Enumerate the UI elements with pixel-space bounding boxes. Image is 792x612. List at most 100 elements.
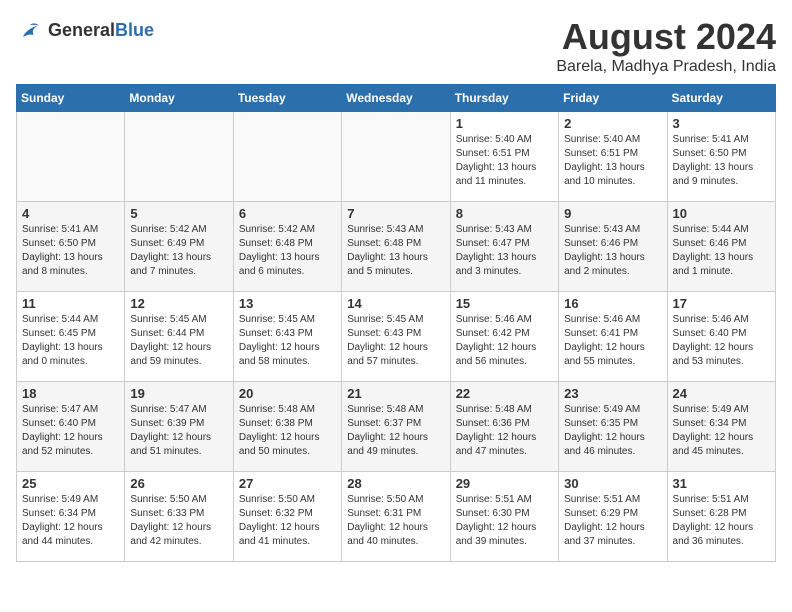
day-info: Sunrise: 5:45 AMSunset: 6:44 PMDaylight:…: [130, 313, 227, 369]
location: Barela, Madhya Pradesh, India: [556, 58, 776, 76]
day-number: 6: [239, 206, 336, 221]
day-number: 25: [22, 476, 119, 491]
weekday-header-saturday: Saturday: [667, 85, 775, 112]
logo-blue: Blue: [115, 20, 154, 40]
day-info: Sunrise: 5:51 AMSunset: 6:30 PMDaylight:…: [456, 493, 553, 549]
calendar-cell: 1 Sunrise: 5:40 AMSunset: 6:51 PMDaylight…: [450, 112, 558, 202]
day-number: 26: [130, 476, 227, 491]
day-number: 20: [239, 386, 336, 401]
day-info: Sunrise: 5:42 AMSunset: 6:49 PMDaylight:…: [130, 223, 227, 279]
day-number: 28: [347, 476, 444, 491]
day-number: 3: [673, 116, 770, 131]
week-row-3: 11 Sunrise: 5:44 AMSunset: 6:45 PMDayligh…: [17, 292, 776, 382]
day-info: Sunrise: 5:44 AMSunset: 6:46 PMDaylight:…: [673, 223, 770, 279]
day-info: Sunrise: 5:47 AMSunset: 6:39 PMDaylight:…: [130, 403, 227, 459]
day-info: Sunrise: 5:46 AMSunset: 6:41 PMDaylight:…: [564, 313, 661, 369]
calendar-cell: [125, 112, 233, 202]
day-info: Sunrise: 5:47 AMSunset: 6:40 PMDaylight:…: [22, 403, 119, 459]
month-year: August 2024: [556, 16, 776, 58]
calendar-cell: 8Sunrise: 5:43 AMSunset: 6:47 PMDaylight…: [450, 202, 558, 292]
weekday-header-row: SundayMondayTuesdayWednesdayThursdayFrid…: [17, 85, 776, 112]
day-number: 10: [673, 206, 770, 221]
day-number: 23: [564, 386, 661, 401]
calendar-cell: 28 Sunrise: 5:50 AMSunset: 6:31 PMDayligh…: [342, 472, 450, 562]
day-info: Sunrise: 5:40 AMSunset: 6:51 PMDaylight:…: [456, 133, 553, 189]
calendar-cell: 24Sunrise: 5:49 AMSunset: 6:34 PMDayligh…: [667, 382, 775, 472]
calendar-cell: [342, 112, 450, 202]
logo-icon: [16, 16, 44, 44]
calendar-cell: 10 Sunrise: 5:44 AMSunset: 6:46 PMDayligh…: [667, 202, 775, 292]
weekday-header-tuesday: Tuesday: [233, 85, 341, 112]
day-number: 15: [456, 296, 553, 311]
weekday-header-sunday: Sunday: [17, 85, 125, 112]
day-number: 2: [564, 116, 661, 131]
day-info: Sunrise: 5:48 AMSunset: 6:38 PMDaylight:…: [239, 403, 336, 459]
day-info: Sunrise: 5:40 AMSunset: 6:51 PMDaylight:…: [564, 133, 661, 189]
weekday-header-thursday: Thursday: [450, 85, 558, 112]
day-number: 4: [22, 206, 119, 221]
day-number: 5: [130, 206, 227, 221]
week-row-1: 1 Sunrise: 5:40 AMSunset: 6:51 PMDaylight…: [17, 112, 776, 202]
calendar-cell: 21Sunrise: 5:48 AMSunset: 6:37 PMDayligh…: [342, 382, 450, 472]
calendar-cell: 19Sunrise: 5:47 AMSunset: 6:39 PMDayligh…: [125, 382, 233, 472]
day-info: Sunrise: 5:50 AMSunset: 6:31 PMDaylight:…: [347, 493, 444, 549]
calendar-cell: 31 Sunrise: 5:51 AMSunset: 6:28 PMDayligh…: [667, 472, 775, 562]
page-header: GeneralBlue August 2024 Barela, Madhya P…: [16, 16, 776, 76]
day-info: Sunrise: 5:45 AMSunset: 6:43 PMDaylight:…: [239, 313, 336, 369]
day-info: Sunrise: 5:46 AMSunset: 6:42 PMDaylight:…: [456, 313, 553, 369]
weekday-header-friday: Friday: [559, 85, 667, 112]
week-row-5: 25Sunrise: 5:49 AMSunset: 6:34 PMDayligh…: [17, 472, 776, 562]
day-number: 8: [456, 206, 553, 221]
calendar-cell: 15 Sunrise: 5:46 AMSunset: 6:42 PMDayligh…: [450, 292, 558, 382]
logo: GeneralBlue: [16, 16, 154, 44]
day-number: 1: [456, 116, 553, 131]
calendar-cell: [17, 112, 125, 202]
calendar-cell: 11 Sunrise: 5:44 AMSunset: 6:45 PMDayligh…: [17, 292, 125, 382]
day-number: 14: [347, 296, 444, 311]
calendar-table: SundayMondayTuesdayWednesdayThursdayFrid…: [16, 84, 776, 562]
day-info: Sunrise: 5:42 AMSunset: 6:48 PMDaylight:…: [239, 223, 336, 279]
day-number: 17: [673, 296, 770, 311]
calendar-cell: 2 Sunrise: 5:40 AMSunset: 6:51 PMDaylight…: [559, 112, 667, 202]
day-info: Sunrise: 5:41 AMSunset: 6:50 PMDaylight:…: [22, 223, 119, 279]
day-number: 21: [347, 386, 444, 401]
calendar-cell: 22 Sunrise: 5:48 AMSunset: 6:36 PMDayligh…: [450, 382, 558, 472]
calendar-cell: 12 Sunrise: 5:45 AMSunset: 6:44 PMDayligh…: [125, 292, 233, 382]
day-number: 7: [347, 206, 444, 221]
day-number: 13: [239, 296, 336, 311]
calendar-cell: 5 Sunrise: 5:42 AMSunset: 6:49 PMDaylight…: [125, 202, 233, 292]
calendar-cell: 30 Sunrise: 5:51 AMSunset: 6:29 PMDayligh…: [559, 472, 667, 562]
calendar-cell: 7 Sunrise: 5:43 AMSunset: 6:48 PMDaylight…: [342, 202, 450, 292]
day-info: Sunrise: 5:50 AMSunset: 6:32 PMDaylight:…: [239, 493, 336, 549]
day-info: Sunrise: 5:44 AMSunset: 6:45 PMDaylight:…: [22, 313, 119, 369]
day-number: 29: [456, 476, 553, 491]
calendar-cell: 23Sunrise: 5:49 AMSunset: 6:35 PMDayligh…: [559, 382, 667, 472]
day-number: 12: [130, 296, 227, 311]
calendar-cell: 17 Sunrise: 5:46 AMSunset: 6:40 PMDayligh…: [667, 292, 775, 382]
day-info: Sunrise: 5:43 AMSunset: 6:48 PMDaylight:…: [347, 223, 444, 279]
day-number: 30: [564, 476, 661, 491]
calendar-cell: 9Sunrise: 5:43 AMSunset: 6:46 PMDaylight…: [559, 202, 667, 292]
calendar-cell: 26 Sunrise: 5:50 AMSunset: 6:33 PMDayligh…: [125, 472, 233, 562]
day-number: 27: [239, 476, 336, 491]
day-info: Sunrise: 5:48 AMSunset: 6:36 PMDaylight:…: [456, 403, 553, 459]
day-info: Sunrise: 5:51 AMSunset: 6:29 PMDaylight:…: [564, 493, 661, 549]
week-row-4: 18 Sunrise: 5:47 AMSunset: 6:40 PMDayligh…: [17, 382, 776, 472]
calendar-cell: 29 Sunrise: 5:51 AMSunset: 6:30 PMDayligh…: [450, 472, 558, 562]
day-info: Sunrise: 5:43 AMSunset: 6:46 PMDaylight:…: [564, 223, 661, 279]
calendar-cell: 25Sunrise: 5:49 AMSunset: 6:34 PMDayligh…: [17, 472, 125, 562]
day-info: Sunrise: 5:50 AMSunset: 6:33 PMDaylight:…: [130, 493, 227, 549]
logo-text: GeneralBlue: [48, 20, 154, 41]
day-number: 18: [22, 386, 119, 401]
calendar-cell: 18 Sunrise: 5:47 AMSunset: 6:40 PMDayligh…: [17, 382, 125, 472]
calendar-cell: 13 Sunrise: 5:45 AMSunset: 6:43 PMDayligh…: [233, 292, 341, 382]
day-number: 11: [22, 296, 119, 311]
calendar-cell: 20 Sunrise: 5:48 AMSunset: 6:38 PMDayligh…: [233, 382, 341, 472]
calendar-cell: 6 Sunrise: 5:42 AMSunset: 6:48 PMDaylight…: [233, 202, 341, 292]
day-info: Sunrise: 5:49 AMSunset: 6:34 PMDaylight:…: [673, 403, 770, 459]
calendar-cell: 16Sunrise: 5:46 AMSunset: 6:41 PMDayligh…: [559, 292, 667, 382]
day-info: Sunrise: 5:46 AMSunset: 6:40 PMDaylight:…: [673, 313, 770, 369]
day-number: 31: [673, 476, 770, 491]
day-number: 22: [456, 386, 553, 401]
day-info: Sunrise: 5:51 AMSunset: 6:28 PMDaylight:…: [673, 493, 770, 549]
